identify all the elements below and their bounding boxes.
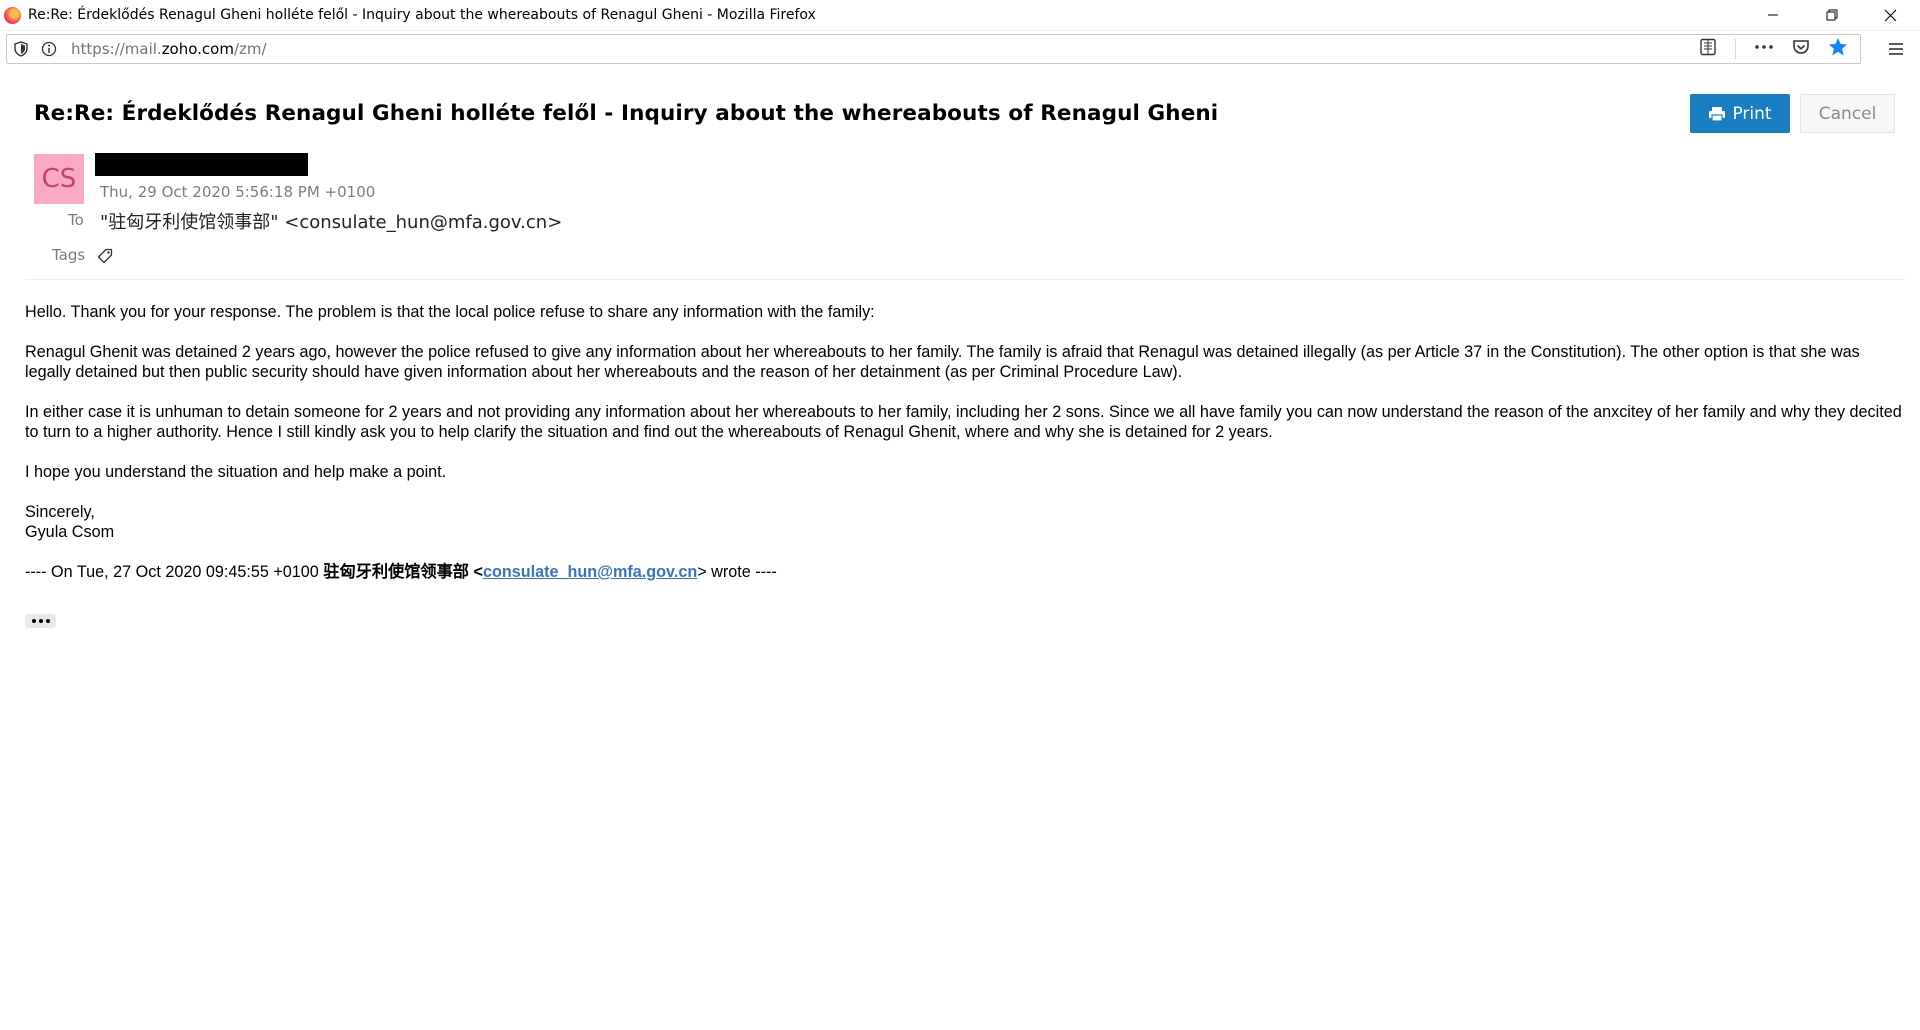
- bookmark-star-icon: [1829, 37, 1847, 55]
- quote-sender: 驻匈牙利使馆领事部: [323, 563, 469, 581]
- url-bar[interactable]: https://mail.zoho.com/zm/: [6, 34, 1861, 64]
- url-domain: zoho.com: [161, 40, 234, 58]
- restore-icon: [1826, 9, 1837, 21]
- ellipsis-dot-icon: [31, 619, 36, 623]
- pocket-button[interactable]: [1792, 38, 1810, 61]
- sender-avatar: CS: [34, 154, 84, 204]
- url-text[interactable]: https://mail.zoho.com/zm/: [71, 40, 267, 58]
- pocket-icon: [1793, 39, 1809, 54]
- ellipsis-dot-icon: [45, 619, 50, 623]
- print-button-label: Print: [1732, 103, 1772, 124]
- tags-label: Tags: [52, 246, 86, 264]
- url-bar-separator: [1735, 39, 1736, 59]
- email-subject: Re:Re: Érdeklődés Renagul Gheni holléte …: [34, 101, 1219, 126]
- show-quoted-text-button[interactable]: [25, 614, 56, 628]
- printer-icon: [1709, 106, 1726, 122]
- email-date: Thu, 29 Oct 2020 5:56:18 PM +0100: [100, 183, 376, 201]
- page-actions-button[interactable]: [1754, 38, 1774, 61]
- email-body: Hello. Thank you for your response. The …: [25, 302, 1910, 582]
- minimize-icon: [1767, 14, 1778, 16]
- tag-icon[interactable]: [97, 248, 113, 269]
- email-print-view: Re:Re: Érdeklődés Renagul Gheni holléte …: [0, 70, 1920, 1030]
- window-titlebar: Re:Re: Érdeklődés Renagul Gheni holléte …: [0, 0, 1920, 31]
- to-recipient: "驻匈牙利使馆领事部" <consulate_hun@mfa.gov.cn>: [100, 212, 563, 233]
- redacted-sender-name: [95, 153, 308, 176]
- url-prefix: https://mail.: [71, 40, 162, 58]
- app-menu-button[interactable]: [1872, 34, 1920, 64]
- window-controls: [1743, 0, 1920, 30]
- tracking-protection-shield-icon[interactable]: [7, 35, 35, 63]
- minimize-button[interactable]: [1743, 0, 1802, 30]
- sign-off: Sincerely,: [25, 503, 95, 521]
- site-info-icon[interactable]: [35, 35, 63, 63]
- quote-email-link[interactable]: consulate_hun@mfa.gov.cn: [483, 563, 697, 581]
- signature-name: Gyula Csom: [25, 523, 115, 541]
- quote-lt: <: [469, 563, 483, 581]
- header-divider: [25, 279, 1905, 280]
- hamburger-menu-icon: [1889, 43, 1903, 55]
- reader-view-icon: [1700, 38, 1716, 55]
- body-paragraph: In either case it is unhuman to detain s…: [25, 403, 1902, 441]
- ellipsis-dot-icon: [38, 619, 43, 623]
- more-actions-icon: [1755, 44, 1773, 49]
- body-paragraph: Renagul Ghenit was detained 2 years ago,…: [25, 343, 1860, 381]
- bookmark-star-button[interactable]: [1828, 37, 1848, 62]
- window-title: Re:Re: Érdeklődés Renagul Gheni holléte …: [28, 7, 816, 23]
- body-paragraph: Hello. Thank you for your response. The …: [25, 303, 875, 321]
- restore-button[interactable]: [1802, 0, 1861, 30]
- quote-suffix: > wrote ----: [697, 563, 777, 581]
- url-bar-actions: [1699, 35, 1848, 63]
- signature-block: Sincerely, Gyula Csom: [25, 502, 1910, 542]
- close-icon: [1884, 9, 1897, 21]
- url-suffix: /zm/: [233, 40, 267, 58]
- print-button[interactable]: Print: [1690, 94, 1790, 133]
- quoted-header: ---- On Tue, 27 Oct 2020 09:45:55 +0100 …: [25, 562, 1910, 582]
- navigation-bar: https://mail.zoho.com/zm/: [0, 31, 1920, 71]
- body-paragraph: I hope you understand the situation and …: [25, 463, 447, 481]
- close-button[interactable]: [1861, 0, 1920, 30]
- to-label: To: [68, 211, 84, 229]
- cancel-button[interactable]: Cancel: [1800, 94, 1895, 133]
- quote-prefix: ---- On Tue, 27 Oct 2020 09:45:55 +0100: [25, 563, 324, 581]
- firefox-logo-icon: [4, 6, 21, 24]
- reader-view-button[interactable]: [1699, 38, 1717, 61]
